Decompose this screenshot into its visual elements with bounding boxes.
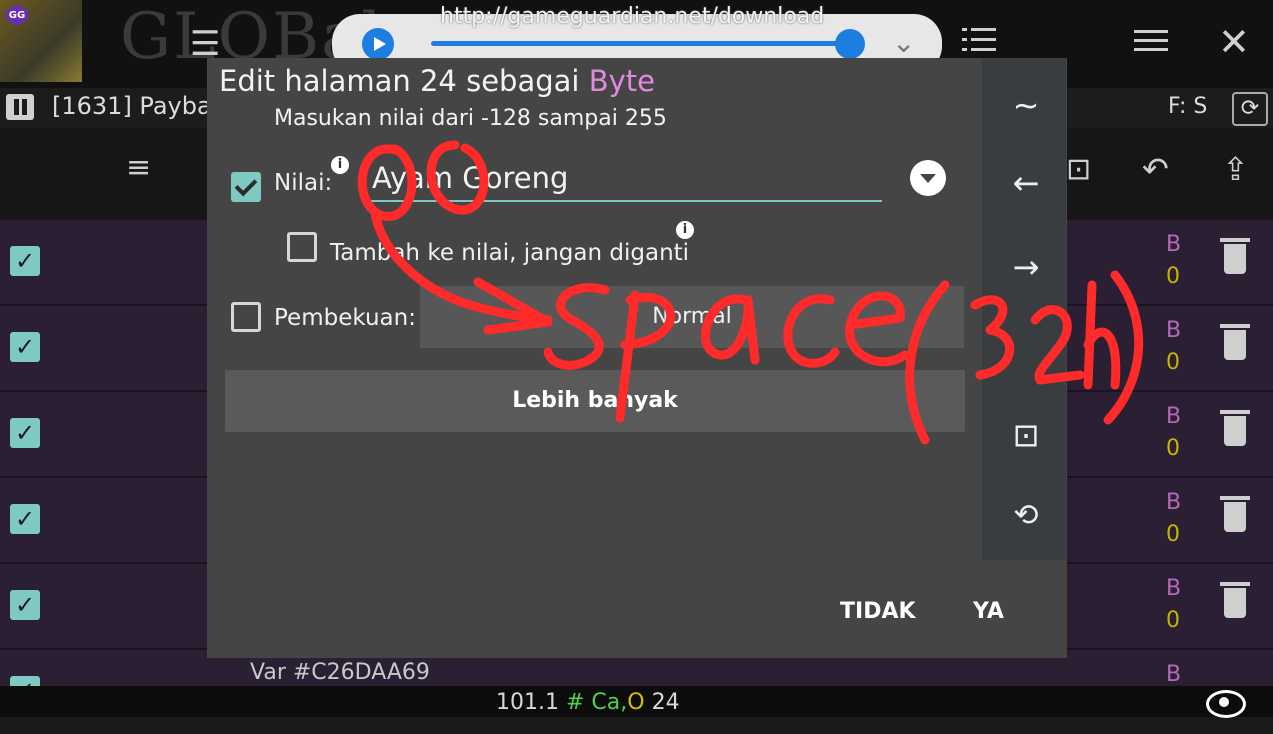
- arrow-left-icon[interactable]: ←: [1004, 164, 1048, 202]
- row-checkbox[interactable]: ✓: [10, 504, 40, 534]
- row-b-label: B: [1166, 490, 1182, 515]
- freeze-label: Pembekuan:: [274, 305, 416, 331]
- trash-icon[interactable]: [1220, 238, 1250, 274]
- trash-icon[interactable]: [1220, 582, 1250, 618]
- app-icon[interactable]: GG: [0, 0, 82, 82]
- add-to-value-label: Tambah ke nilai, jangan diganti: [330, 240, 690, 266]
- progress-thumb[interactable]: [835, 29, 865, 59]
- row-b-label: B: [1166, 318, 1182, 343]
- trash-icon[interactable]: [1220, 496, 1250, 532]
- dialog-title: Edit halaman 24 sebagai Byte: [219, 64, 655, 98]
- list-icon[interactable]: [962, 26, 996, 52]
- pause-icon[interactable]: [6, 94, 34, 120]
- gameguardian-logo: GG: [6, 4, 28, 26]
- row-checkbox[interactable]: ✓: [10, 590, 40, 620]
- dialog-sidebar: [982, 58, 1066, 560]
- value-checkbox[interactable]: [231, 172, 261, 202]
- menu-icon[interactable]: [1134, 30, 1168, 52]
- row-checkbox[interactable]: ✓: [10, 246, 40, 276]
- process-label[interactable]: [1631] Paybac: [52, 92, 225, 120]
- progress-slider[interactable]: [431, 41, 851, 46]
- row-b-label: B: [1166, 232, 1182, 257]
- close-icon[interactable]: ✕: [1218, 20, 1250, 64]
- row-o-label: 0: [1166, 522, 1180, 547]
- play-icon[interactable]: [362, 28, 394, 60]
- yes-button[interactable]: YA: [973, 599, 1004, 624]
- refresh-icon[interactable]: ⟳: [1232, 92, 1268, 126]
- value-label: Nilai:: [274, 170, 333, 196]
- select-all-icon[interactable]: ⊡: [1066, 152, 1091, 187]
- row-checkbox[interactable]: ✓: [10, 418, 40, 448]
- address-label: 101.1 # Ca,O 24: [496, 690, 680, 715]
- row-o-label: 0: [1166, 608, 1180, 633]
- add-to-value-checkbox[interactable]: [287, 232, 317, 262]
- row-o-label: 0: [1166, 264, 1180, 289]
- row-checkbox[interactable]: ✓: [10, 332, 40, 362]
- range-hint: Masukan nilai dari -128 sampai 255: [274, 106, 667, 131]
- value-input[interactable]: [370, 156, 882, 202]
- select-list-icon[interactable]: ≡: [126, 150, 151, 185]
- undo-icon[interactable]: ↶: [1142, 150, 1169, 188]
- upload-icon[interactable]: ⇪: [1222, 150, 1249, 188]
- edit-dialog: [207, 58, 1067, 658]
- tilde-icon[interactable]: ~: [1004, 86, 1048, 124]
- row-o-label: 0: [1166, 436, 1180, 461]
- no-button[interactable]: TIDAK: [840, 599, 916, 624]
- arrow-right-icon[interactable]: →: [1004, 248, 1048, 286]
- chevron-down-icon[interactable]: ⌄: [892, 26, 915, 59]
- freeze-checkbox[interactable]: [231, 302, 261, 332]
- select-icon[interactable]: ⊡: [1004, 416, 1048, 454]
- var-label: Var #C26DAA69: [250, 660, 430, 685]
- info-icon[interactable]: i: [676, 221, 694, 239]
- download-url[interactable]: http://gameguardian.net/download: [440, 4, 824, 29]
- more-button[interactable]: Lebih banyak: [225, 370, 965, 432]
- row-b-label: B: [1166, 404, 1182, 429]
- row-o-label: 0: [1166, 350, 1180, 375]
- row-b-label: B: [1166, 662, 1182, 687]
- fs-label: F: S: [1168, 94, 1208, 119]
- dropdown-icon[interactable]: [910, 160, 946, 196]
- trash-icon[interactable]: [1220, 324, 1250, 360]
- info-icon[interactable]: i: [331, 156, 349, 174]
- eye-icon[interactable]: [1206, 690, 1246, 718]
- freeze-mode-select[interactable]: Normal: [420, 286, 964, 348]
- trash-icon[interactable]: [1220, 410, 1250, 446]
- row-b-label: B: [1166, 576, 1182, 601]
- history-icon[interactable]: ⟲: [1004, 498, 1048, 533]
